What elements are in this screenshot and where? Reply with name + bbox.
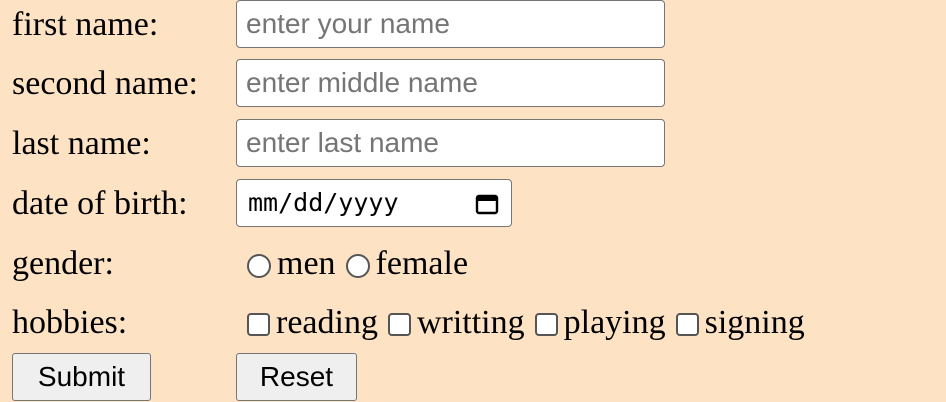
last-name-row: last name: (0, 119, 946, 169)
hobbies-label: hobbies: (12, 304, 128, 341)
hobbies-options: reading writting playing signing (247, 298, 805, 348)
date-format-text[interactable]: mm/dd/yyyy (248, 180, 399, 226)
submit-button[interactable]: Submit (12, 353, 151, 401)
reset-button[interactable]: Reset (236, 353, 357, 401)
hobby-option-writting[interactable]: writting (387, 298, 525, 348)
radio-female[interactable] (345, 254, 370, 278)
hobbies-row: hobbies: reading writting playing signin… (0, 298, 946, 348)
checkbox-playing[interactable] (534, 312, 558, 336)
gender-options: men female (247, 239, 478, 289)
date-of-birth-input[interactable]: mm/dd/yyyy (236, 179, 512, 227)
gender-option-men[interactable]: men (247, 239, 336, 289)
first-name-input[interactable] (236, 0, 665, 48)
last-name-input[interactable] (236, 119, 665, 167)
gender-label: gender: (12, 245, 114, 282)
date-of-birth-label: date of birth: (12, 185, 188, 222)
last-name-label: last name: (12, 125, 151, 162)
first-name-row: first name: (0, 0, 946, 50)
checkbox-writting[interactable] (387, 312, 411, 336)
radio-men[interactable] (247, 254, 271, 278)
calendar-icon[interactable] (475, 193, 499, 215)
gender-row: gender: men female (0, 239, 946, 289)
buttons-row: Submit Reset (0, 353, 946, 402)
gender-option-female[interactable]: female (345, 239, 469, 289)
checkbox-reading-label[interactable]: reading (276, 298, 378, 348)
checkbox-playing-label[interactable]: playing (564, 298, 666, 348)
checkbox-reading[interactable] (247, 312, 270, 336)
radio-female-label[interactable]: female (376, 239, 469, 289)
second-name-input[interactable] (236, 59, 665, 107)
checkbox-signing-label[interactable]: signing (705, 298, 805, 348)
hobby-option-signing[interactable]: signing (675, 298, 805, 348)
radio-men-label[interactable]: men (277, 239, 336, 289)
checkbox-writting-label[interactable]: writting (417, 298, 525, 348)
date-of-birth-row: date of birth: mm/dd/yyyy (0, 179, 946, 229)
hobby-option-reading[interactable]: reading (247, 298, 378, 348)
first-name-label: first name: (12, 6, 159, 43)
second-name-label: second name: (12, 65, 198, 102)
checkbox-signing[interactable] (675, 312, 699, 336)
hobby-option-playing[interactable]: playing (534, 298, 666, 348)
second-name-row: second name: (0, 59, 946, 109)
